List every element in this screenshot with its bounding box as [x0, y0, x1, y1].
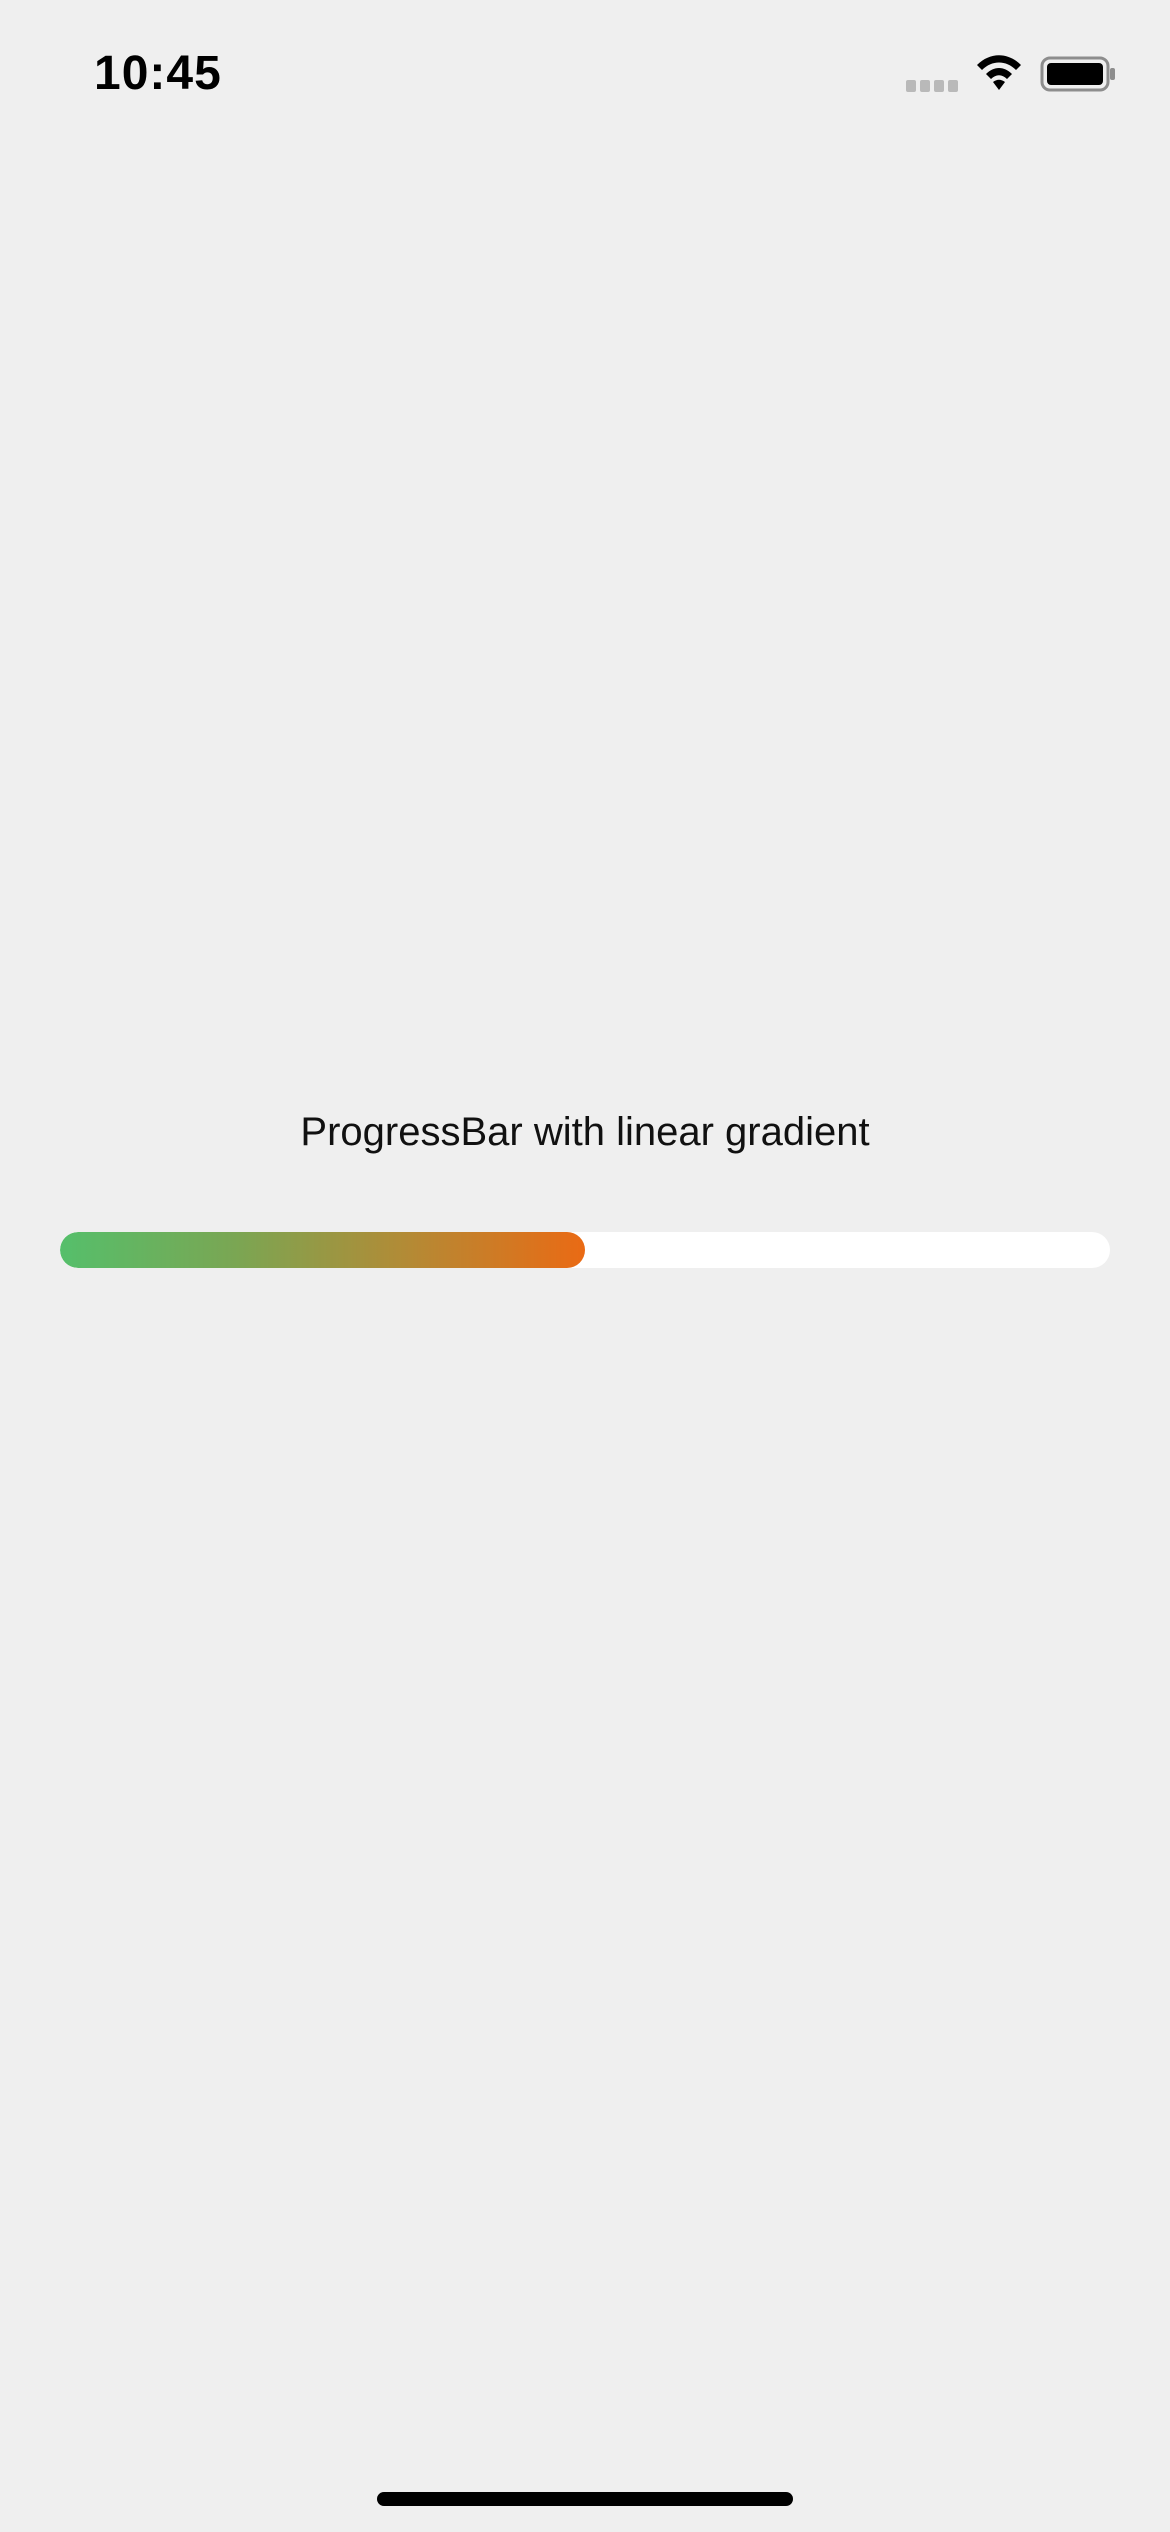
- progress-bar: [60, 1232, 1110, 1268]
- battery-icon: [1040, 56, 1115, 92]
- home-indicator[interactable]: [377, 2492, 793, 2506]
- wifi-icon: [977, 55, 1021, 90]
- signal-icon: [906, 80, 958, 92]
- progress-caption: ProgressBar with linear gradient: [300, 1110, 870, 1154]
- progress-fill: [60, 1232, 585, 1268]
- status-time: 10:45: [94, 47, 222, 100]
- status-bar: 10:45: [0, 0, 1170, 140]
